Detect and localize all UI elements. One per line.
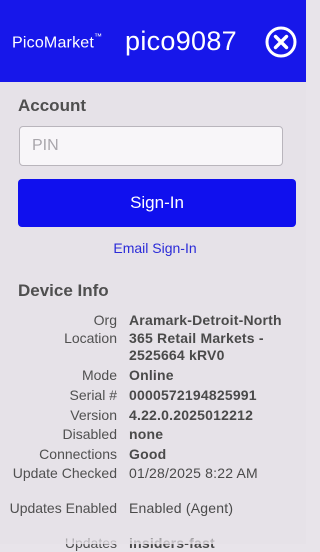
info-label: Location xyxy=(64,330,117,346)
info-label: Version xyxy=(70,407,117,423)
info-label: Disabled xyxy=(62,426,117,442)
info-value: 365 Retail Markets - 2525664 kRV0 xyxy=(129,330,264,363)
info-label: Connections xyxy=(39,446,117,462)
info-label: Mode xyxy=(81,367,117,383)
close-circle-icon xyxy=(265,26,297,58)
brand-name: PicoMarket xyxy=(12,34,95,52)
info-value: 4.22.0.2025012212 xyxy=(129,407,254,423)
device-info-title: Device Info xyxy=(18,281,109,300)
trademark-symbol: ™ xyxy=(94,32,103,41)
sign-in-button[interactable]: Sign-In xyxy=(18,179,296,227)
scroll-fade xyxy=(0,530,306,544)
info-value: Good xyxy=(129,446,167,462)
info-value: Aramark-Detroit-North xyxy=(129,312,282,328)
app-header: PicoMarket™ pico9087 xyxy=(0,0,306,82)
info-label: Serial # xyxy=(69,387,117,403)
email-sign-in-link[interactable]: Email Sign-In xyxy=(0,240,310,256)
main-content: Account Sign-In Email Sign-In Device Inf… xyxy=(0,82,306,551)
info-value: none xyxy=(129,426,164,442)
info-value: 0000572194825991 xyxy=(129,387,257,403)
info-value: Enabled (Agent) xyxy=(129,500,234,516)
info-value: Online xyxy=(129,367,174,383)
close-button[interactable] xyxy=(265,26,297,58)
info-label: Update Checked xyxy=(12,465,117,481)
info-value: 01/28/2025 8:22 AM xyxy=(129,465,258,481)
info-label: Updates Enabled xyxy=(9,500,117,516)
info-label: Org xyxy=(93,312,117,328)
brand-logo: PicoMarket™ xyxy=(12,32,103,52)
account-title: Account xyxy=(18,96,86,115)
pin-input[interactable] xyxy=(19,126,283,166)
device-id: pico9087 xyxy=(125,26,237,56)
